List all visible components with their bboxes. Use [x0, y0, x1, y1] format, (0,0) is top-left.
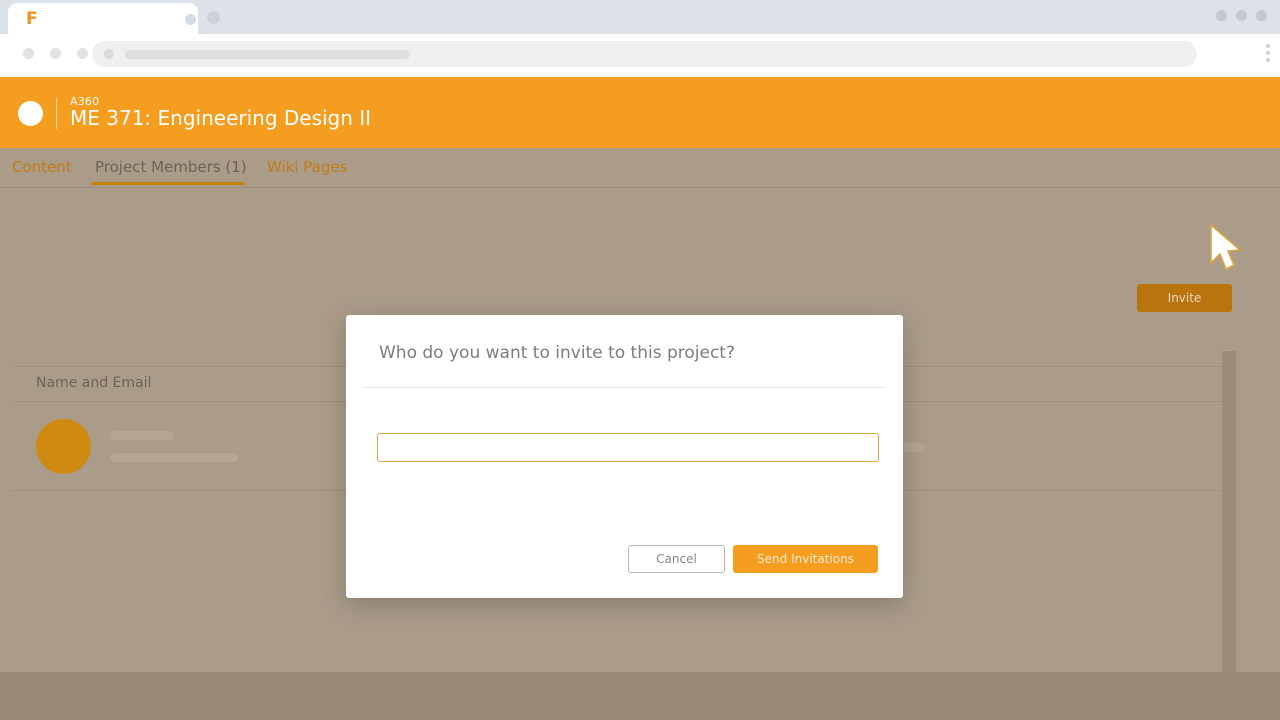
kebab-menu-icon[interactable] — [1266, 44, 1270, 62]
minimize-dot-icon[interactable] — [1216, 10, 1227, 21]
member-email-placeholder — [110, 453, 238, 462]
tab-content[interactable]: Content — [12, 158, 72, 176]
forward-icon[interactable] — [50, 48, 61, 59]
address-bar[interactable] — [92, 41, 1197, 67]
member-company-placeholder — [901, 443, 925, 452]
modal-divider — [364, 387, 885, 388]
app-header: A360 ME 371: Engineering Design II — [0, 77, 1280, 148]
browser-nav-buttons — [23, 48, 88, 59]
close-icon[interactable] — [185, 14, 196, 25]
nav-tabbar: Content Project Members (1) Wiki Pages — [0, 148, 1280, 188]
invite-modal: Who do you want to invite to this projec… — [346, 315, 903, 598]
send-invitations-button[interactable]: Send Invitations — [733, 545, 878, 573]
browser-tab-active[interactable]: F — [8, 3, 198, 34]
footer-band — [0, 672, 1280, 720]
hub-avatar-icon[interactable] — [18, 101, 43, 126]
page-title: ME 371: Engineering Design II — [70, 106, 372, 130]
tab-wiki-pages[interactable]: Wiki Pages — [267, 158, 347, 176]
close-dot-icon[interactable] — [1256, 10, 1267, 21]
browser-window: F A360 ME 371: Engineering Design II Con… — [0, 0, 1280, 720]
column-header-name-and-email: Name and Email — [36, 375, 152, 391]
vertical-scrollbar[interactable] — [1222, 351, 1236, 720]
fusion-f-icon: F — [26, 9, 38, 29]
cancel-button[interactable]: Cancel — [628, 545, 725, 573]
tab-project-members[interactable]: Project Members (1) — [95, 158, 247, 176]
back-icon[interactable] — [23, 48, 34, 59]
window-controls — [1216, 10, 1267, 21]
address-bar-text — [125, 50, 410, 59]
invite-button[interactable]: Invite — [1137, 284, 1232, 312]
inactive-tab-dot-icon[interactable] — [207, 11, 220, 24]
browser-tabstrip: F — [0, 0, 1280, 34]
reload-icon[interactable] — [77, 48, 88, 59]
member-name-placeholder — [110, 431, 174, 440]
avatar — [36, 419, 91, 474]
maximize-dot-icon[interactable] — [1236, 10, 1247, 21]
modal-title: Who do you want to invite to this projec… — [379, 343, 735, 363]
invite-email-input[interactable] — [377, 433, 879, 462]
active-tab-indicator — [91, 182, 245, 185]
header-divider — [56, 98, 57, 129]
lock-icon — [104, 49, 114, 59]
